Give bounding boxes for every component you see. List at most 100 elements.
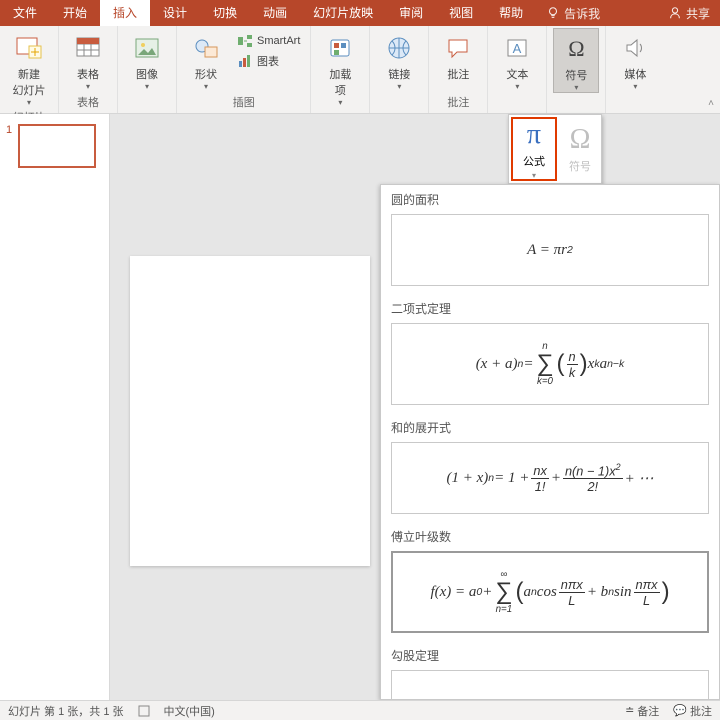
addins-icon (324, 32, 356, 64)
thumb-number: 1 (6, 124, 12, 168)
speaker-icon (619, 32, 651, 64)
eq-pyth[interactable]: a2 + b2 = c2 (391, 670, 709, 700)
group-text: A 文本 ▾ (488, 26, 547, 113)
group-illust-label: 插图 (233, 92, 255, 113)
eq-sum-title: 和的展开式 (381, 413, 719, 442)
ribbon: 新建 幻灯片 ▾ 幻灯片 表格 ▾ 表格 图像 ▾ (0, 26, 720, 114)
share-button[interactable]: 共享 (658, 5, 720, 22)
group-tables: 表格 ▾ 表格 (59, 26, 118, 113)
bulb-icon (546, 6, 560, 20)
symbol-insert-label: 符号 (569, 158, 591, 174)
smartart-label: SmartArt (257, 35, 300, 47)
table-label: 表格 (77, 66, 99, 82)
comment-label: 批注 (447, 66, 469, 82)
tell-me-label: 告诉我 (564, 5, 600, 22)
group-symbols-label (575, 96, 578, 113)
chart-button[interactable]: 图表 (233, 52, 304, 70)
tab-insert[interactable]: 插入 (100, 0, 150, 26)
table-button[interactable]: 表格 ▾ (65, 28, 111, 91)
group-illustrations: 形状 ▾ SmartArt 图表 插图 (177, 26, 311, 113)
pi-icon: π (527, 119, 541, 151)
status-notes[interactable]: ≐ 备注 (625, 703, 659, 719)
group-tables-label: 表格 (77, 92, 99, 113)
shapes-icon (190, 32, 222, 64)
eq-binom-title: 二项式定理 (381, 294, 719, 323)
tab-home[interactable]: 开始 (50, 0, 100, 26)
equation-label: 公式 (523, 153, 545, 169)
group-text-label (516, 96, 519, 113)
addins-label: 加载 项 (329, 66, 351, 98)
new-slide-button[interactable]: 新建 幻灯片 ▾ (6, 28, 52, 107)
shapes-label: 形状 (195, 66, 217, 82)
group-slides: 新建 幻灯片 ▾ 幻灯片 (0, 26, 59, 113)
group-addins: 加载 项 ▾ (311, 26, 370, 113)
tab-file[interactable]: 文件 (0, 0, 50, 26)
comment-button[interactable]: 批注 (435, 28, 481, 82)
tab-animation[interactable]: 动画 (250, 0, 300, 26)
link-icon (383, 32, 415, 64)
chart-label: 图表 (257, 53, 279, 69)
shapes-button[interactable]: 形状 ▾ (183, 28, 229, 91)
text-label: 文本 (506, 66, 528, 82)
tab-design[interactable]: 设计 (150, 0, 200, 26)
slide-canvas[interactable] (130, 256, 370, 566)
group-symbols: Ω 符号 ▾ (547, 26, 606, 113)
omega-icon: Ω (560, 33, 592, 65)
eq-circle-title: 圆的面积 (381, 185, 719, 214)
status-slide: 幻灯片 第 1 张，共 1 张 (8, 703, 124, 719)
group-media-label (634, 96, 637, 113)
group-comments: 批注 批注 (429, 26, 488, 113)
tab-slideshow[interactable]: 幻灯片放映 (300, 0, 386, 26)
group-comments-label: 批注 (447, 92, 469, 113)
images-button[interactable]: 图像 ▾ (124, 28, 170, 91)
tab-view[interactable]: 视图 (436, 0, 486, 26)
images-label: 图像 (136, 66, 158, 82)
eq-sum[interactable]: (1 + x)n = 1 + nx1! + n(n − 1)x22! + ⋯ (391, 442, 709, 514)
text-button[interactable]: A 文本 ▾ (494, 28, 540, 91)
smartart-button[interactable]: SmartArt (233, 32, 304, 50)
smartart-icon (237, 33, 253, 49)
caret-icon: ▾ (27, 98, 31, 107)
group-media: 媒体 ▾ (606, 26, 664, 113)
collapse-ribbon-icon[interactable]: ˄ (708, 98, 714, 109)
group-images: 图像 ▾ (118, 26, 177, 113)
status-comments[interactable]: 💬 批注 (673, 703, 712, 719)
thumb-preview (18, 124, 96, 168)
tab-bar: 文件 开始 插入 设计 切换 动画 幻灯片放映 审阅 视图 帮助 告诉我 共享 (0, 0, 720, 26)
new-slide-icon (13, 32, 45, 64)
person-icon (668, 6, 682, 20)
svg-text:A: A (513, 41, 522, 56)
new-slide-label: 新建 幻灯片 (13, 66, 46, 98)
status-bar: 幻灯片 第 1 张，共 1 张 中文(中国) ≐ 备注 💬 批注 (0, 700, 720, 720)
omega-grey-icon: Ω (570, 124, 591, 156)
symbol-insert-button[interactable]: Ω 符号 (559, 115, 601, 183)
status-lang[interactable]: 中文(中国) (164, 703, 215, 719)
eq-binom[interactable]: (x + a)n = n∑k=0 (nk) xkan−k (391, 323, 709, 405)
slide-thumbnail-rail: 1 (0, 114, 110, 700)
group-links: 链接 ▾ (370, 26, 429, 113)
eq-fourier-title: 傅立叶级数 (381, 522, 719, 551)
eq-circle[interactable]: A = πr2 (391, 214, 709, 286)
eq-pyth-title: 勾股定理 (381, 641, 719, 670)
tell-me[interactable]: 告诉我 (536, 5, 610, 22)
tab-help[interactable]: 帮助 (486, 0, 536, 26)
slide-thumbnail[interactable]: 1 (6, 124, 103, 168)
tab-review[interactable]: 审阅 (386, 0, 436, 26)
link-label: 链接 (388, 66, 410, 82)
eq-fourier[interactable]: f(x) = a0 + ∞∑n=1 (an cosnπxL + bn sinnπ… (391, 551, 709, 633)
group-links-label (398, 96, 401, 113)
table-icon (72, 32, 104, 64)
link-button[interactable]: 链接 ▾ (376, 28, 422, 91)
status-a11y-icon[interactable] (138, 705, 150, 717)
addins-button[interactable]: 加载 项 ▾ (317, 28, 363, 107)
media-label: 媒体 (624, 66, 646, 82)
symbol-button[interactable]: Ω 符号 ▾ (553, 28, 599, 93)
media-button[interactable]: 媒体 ▾ (612, 28, 658, 91)
symbol-split-dropdown: π 公式 ▾ Ω 符号 (508, 114, 602, 184)
equation-button[interactable]: π 公式 ▾ (511, 117, 557, 181)
chart-icon (237, 53, 253, 69)
share-label: 共享 (686, 5, 710, 22)
tab-transition[interactable]: 切换 (200, 0, 250, 26)
symbol-label: 符号 (565, 67, 587, 83)
equation-gallery: 圆的面积 A = πr2 二项式定理 (x + a)n = n∑k=0 (nk)… (380, 184, 720, 700)
